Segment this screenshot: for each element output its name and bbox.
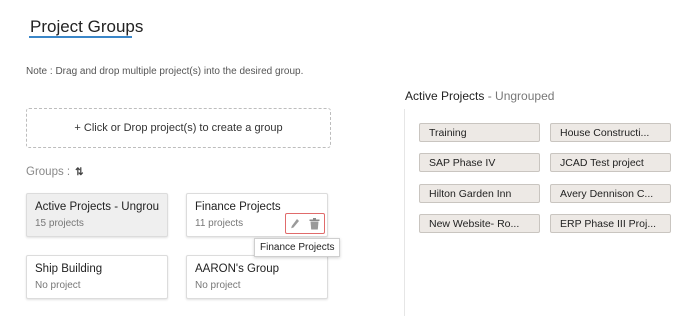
pencil-icon[interactable] (290, 218, 300, 230)
drop-zone-label: + Click or Drop project(s) to create a g… (74, 122, 283, 134)
sort-icon[interactable]: ⇅ (75, 167, 83, 178)
project-pill[interactable]: House Constructi... (550, 123, 671, 142)
project-pill[interactable]: JCAD Test project (550, 153, 671, 172)
active-projects-header: Active Projects - Ungrouped (405, 89, 554, 103)
group-name: Ship Building (35, 263, 103, 275)
groups-label: Groups : ⇅ (26, 166, 84, 178)
project-pill[interactable]: ERP Phase III Proj... (550, 214, 671, 233)
groups-label-text: Groups : (26, 166, 71, 178)
title-underline (29, 36, 132, 38)
drag-drop-note: Note : Drag and drop multiple project(s)… (26, 66, 304, 77)
group-name: AARON's Group (195, 263, 279, 275)
group-name-tooltip: Finance Projects (254, 238, 341, 257)
project-pill[interactable]: SAP Phase IV (419, 153, 540, 172)
active-projects-title: Active Projects (405, 89, 485, 103)
group-card-ship-building[interactable]: Ship Building No project (26, 255, 168, 299)
project-pill[interactable]: Hilton Garden Inn (419, 184, 540, 203)
page-title: Project Groups (30, 17, 144, 36)
group-name: Active Projects - Ungrou... (35, 201, 159, 213)
trash-icon[interactable] (309, 217, 320, 230)
group-card-active-projects[interactable]: Active Projects - Ungrou... 15 projects (26, 193, 168, 237)
group-card-actions (285, 213, 325, 234)
group-count: 15 projects (35, 218, 84, 229)
project-pill[interactable]: New Website- Ro... (419, 214, 540, 233)
project-pill[interactable]: Training (419, 123, 540, 142)
group-count: No project (35, 280, 81, 291)
group-count: No project (195, 280, 241, 291)
panel-divider (404, 109, 405, 316)
active-projects-subtitle: - Ungrouped (487, 89, 555, 103)
create-group-drop-zone[interactable]: + Click or Drop project(s) to create a g… (26, 108, 331, 148)
group-name: Finance Projects (195, 201, 281, 213)
group-card-aarons-group[interactable]: AARON's Group No project (186, 255, 328, 299)
project-pill[interactable]: Avery Dennison C... (550, 184, 671, 203)
